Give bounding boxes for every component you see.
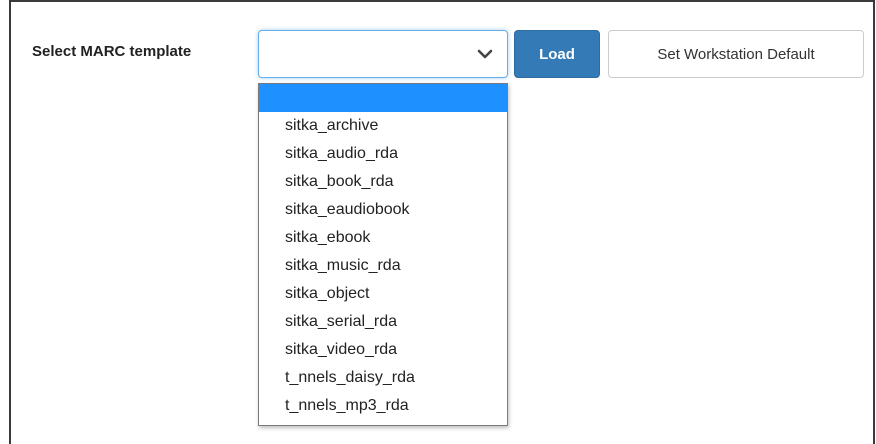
template-dropdown-list: sitka_archive sitka_audio_rda sitka_book… <box>258 83 508 426</box>
dropdown-option[interactable]: sitka_ebook <box>259 224 507 252</box>
chevron-down-icon <box>477 49 493 59</box>
dropdown-option[interactable]: sitka_audio_rda <box>259 140 507 168</box>
dropdown-option[interactable]: t_nnels_daisy_rda <box>259 364 507 392</box>
dropdown-option[interactable]: t_nnels_mp3_rda <box>259 392 507 420</box>
load-button[interactable]: Load <box>514 30 600 78</box>
template-select-label: Select MARC template <box>32 43 192 60</box>
template-select[interactable] <box>258 30 508 78</box>
dropdown-option[interactable]: sitka_video_rda <box>259 336 507 364</box>
dropdown-option[interactable]: sitka_object <box>259 280 507 308</box>
dropdown-option[interactable]: sitka_archive <box>259 112 507 140</box>
dropdown-option[interactable]: sitka_serial_rda <box>259 308 507 336</box>
set-workstation-default-button[interactable]: Set Workstation Default <box>608 30 864 78</box>
dropdown-option[interactable]: sitka_book_rda <box>259 168 507 196</box>
dropdown-option[interactable]: sitka_music_rda <box>259 252 507 280</box>
dropdown-option[interactable]: sitka_eaudiobook <box>259 196 507 224</box>
dropdown-option-blank[interactable] <box>259 84 507 112</box>
